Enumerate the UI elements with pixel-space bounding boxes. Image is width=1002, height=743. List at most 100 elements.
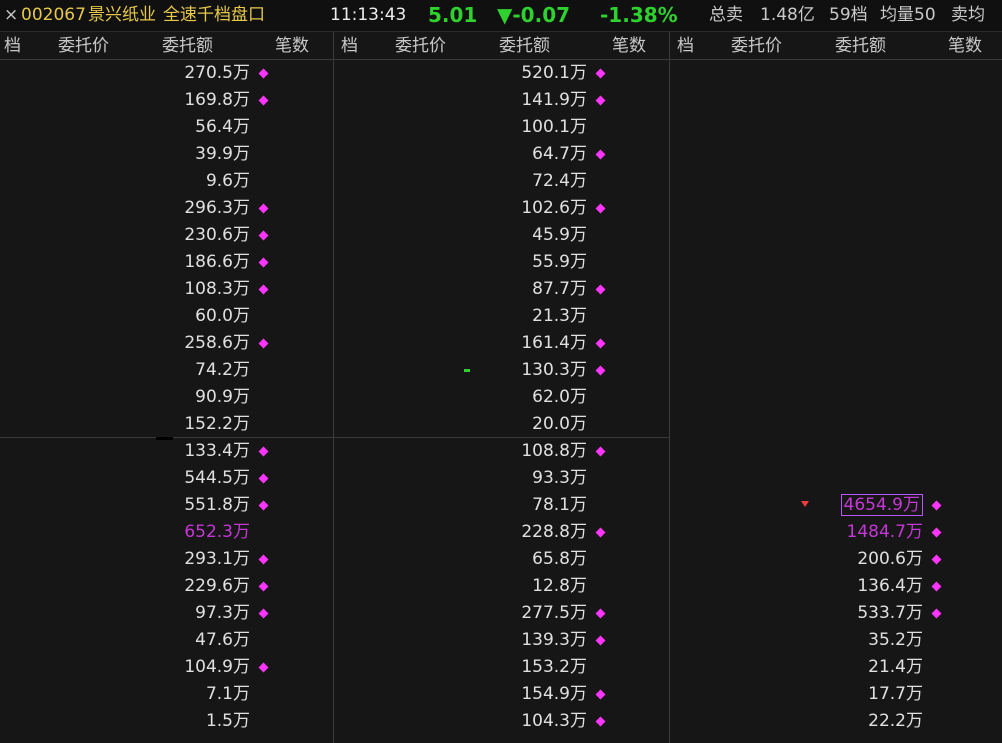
bid-ask-price[interactable] — [82, 708, 122, 735]
order-amount[interactable]: 47.6万 — [140, 627, 250, 654]
order-amount[interactable]: 544.5万 — [140, 465, 250, 492]
bid-ask-price[interactable] — [82, 546, 122, 573]
bid-ask-price[interactable] — [419, 249, 459, 276]
bid-ask-price[interactable] — [82, 168, 122, 195]
bid-ask-price[interactable] — [419, 708, 459, 735]
order-amount[interactable]: 56.4万 — [140, 114, 250, 141]
bid-ask-price[interactable] — [419, 519, 459, 546]
order-amount[interactable]: 45.9万 — [477, 222, 587, 249]
bid-ask-price[interactable] — [82, 87, 122, 114]
bid-ask-price[interactable] — [82, 573, 122, 600]
column-header-price[interactable]: 委托价 — [731, 32, 782, 60]
order-amount[interactable]: 39.9万 — [140, 141, 250, 168]
column-header-price[interactable]: 委托价 — [395, 32, 446, 60]
bid-ask-price[interactable] — [82, 465, 122, 492]
bid-ask-price[interactable] — [82, 438, 122, 465]
bid-ask-price[interactable] — [82, 519, 122, 546]
order-amount[interactable]: 1.5万 — [140, 708, 250, 735]
order-amount[interactable]: 78.1万 — [477, 492, 587, 519]
order-amount[interactable]: 108.8万 — [477, 438, 587, 465]
order-amount[interactable]: 296.3万 — [140, 195, 250, 222]
bid-ask-price[interactable] — [419, 222, 459, 249]
column-header-level[interactable]: 档 — [341, 32, 358, 60]
bid-ask-price[interactable] — [419, 141, 459, 168]
order-amount[interactable]: 17.7万 — [813, 681, 923, 708]
order-amount[interactable]: 141.9万 — [477, 87, 587, 114]
order-amount[interactable]: 136.4万 — [813, 573, 923, 600]
order-amount[interactable]: 270.5万 — [140, 60, 250, 87]
order-amount[interactable]: 87.7万 — [477, 276, 587, 303]
bid-ask-price[interactable] — [419, 303, 459, 330]
bid-ask-price[interactable] — [419, 195, 459, 222]
bid-ask-price[interactable] — [419, 546, 459, 573]
order-amount[interactable]: 62.0万 — [477, 384, 587, 411]
order-amount[interactable]: 652.3万 — [140, 519, 250, 546]
order-amount[interactable]: 100.1万 — [477, 114, 587, 141]
order-amount[interactable]: 74.2万 — [140, 357, 250, 384]
bid-ask-price[interactable] — [82, 195, 122, 222]
order-amount[interactable]: 64.7万 — [477, 141, 587, 168]
order-amount[interactable]: 161.4万 — [477, 330, 587, 357]
order-amount[interactable]: 293.1万 — [140, 546, 250, 573]
column-header-level[interactable]: 档 — [677, 32, 694, 60]
bid-ask-price[interactable] — [419, 600, 459, 627]
bid-ask-price[interactable] — [82, 654, 122, 681]
column-header-amount[interactable]: 委托额 — [499, 32, 550, 60]
order-amount[interactable]: 55.9万 — [477, 249, 587, 276]
order-amount[interactable]: 169.8万 — [140, 87, 250, 114]
order-amount[interactable]: 9.6万 — [140, 168, 250, 195]
order-amount[interactable]: 228.8万 — [477, 519, 587, 546]
order-amount[interactable]: 72.4万 — [477, 168, 587, 195]
bid-ask-price[interactable] — [419, 438, 459, 465]
order-amount[interactable]: 139.3万 — [477, 627, 587, 654]
bid-ask-price[interactable] — [419, 654, 459, 681]
order-amount[interactable]: 152.2万 — [140, 411, 250, 438]
order-amount[interactable]: 7.1万 — [140, 681, 250, 708]
order-amount[interactable]: 4654.9万 — [813, 492, 923, 519]
column-header-amount[interactable]: 委托额 — [835, 32, 886, 60]
bid-ask-price[interactable] — [82, 384, 122, 411]
order-amount[interactable]: 533.7万 — [813, 600, 923, 627]
bid-ask-price[interactable] — [419, 384, 459, 411]
bid-ask-price[interactable] — [755, 681, 795, 708]
order-amount[interactable]: 1484.7万 — [813, 519, 923, 546]
order-amount[interactable]: 97.3万 — [140, 600, 250, 627]
bid-ask-price[interactable] — [82, 600, 122, 627]
order-amount[interactable]: 65.8万 — [477, 546, 587, 573]
bid-ask-price[interactable] — [419, 330, 459, 357]
order-amount[interactable]: 12.8万 — [477, 573, 587, 600]
column-header-count[interactable]: 笔数 — [948, 32, 982, 60]
order-amount[interactable]: 133.4万 — [140, 438, 250, 465]
bid-ask-price[interactable] — [82, 681, 122, 708]
order-amount[interactable]: 93.3万 — [477, 465, 587, 492]
bid-ask-price[interactable] — [82, 276, 122, 303]
column-header-count[interactable]: 笔数 — [275, 32, 309, 60]
bid-ask-price[interactable] — [419, 114, 459, 141]
bid-ask-price[interactable] — [419, 465, 459, 492]
bid-ask-price[interactable] — [419, 87, 459, 114]
order-amount[interactable]: 200.6万 — [813, 546, 923, 573]
bid-ask-price[interactable] — [82, 303, 122, 330]
column-header-level[interactable]: 档 — [4, 32, 21, 60]
order-amount[interactable]: 21.4万 — [813, 654, 923, 681]
bid-ask-price[interactable] — [419, 492, 459, 519]
order-amount[interactable]: 229.6万 — [140, 573, 250, 600]
order-amount[interactable]: 520.1万 — [477, 60, 587, 87]
bid-ask-price[interactable] — [82, 411, 122, 438]
order-amount[interactable]: 153.2万 — [477, 654, 587, 681]
order-amount[interactable]: 21.3万 — [477, 303, 587, 330]
order-amount[interactable]: 60.0万 — [140, 303, 250, 330]
bid-ask-price[interactable] — [419, 60, 459, 87]
bid-ask-price[interactable] — [82, 141, 122, 168]
column-header-count[interactable]: 笔数 — [612, 32, 646, 60]
bid-ask-price[interactable] — [755, 600, 795, 627]
order-amount[interactable]: 551.8万 — [140, 492, 250, 519]
order-amount[interactable]: 35.2万 — [813, 627, 923, 654]
bid-ask-price[interactable] — [419, 681, 459, 708]
bid-ask-price[interactable] — [419, 168, 459, 195]
bid-ask-price[interactable] — [755, 546, 795, 573]
order-amount[interactable]: 20.0万 — [477, 411, 587, 438]
bid-ask-price[interactable] — [82, 492, 122, 519]
order-amount[interactable]: 102.6万 — [477, 195, 587, 222]
bid-ask-price[interactable] — [82, 222, 122, 249]
